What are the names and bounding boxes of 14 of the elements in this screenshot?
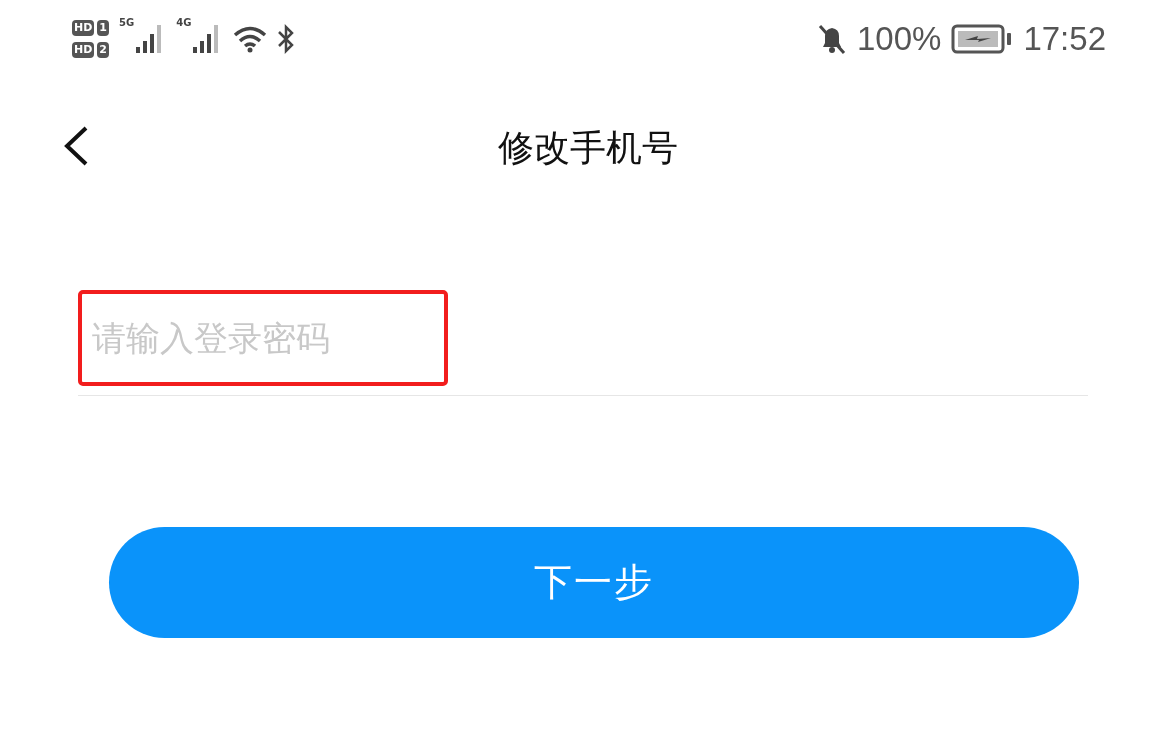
charging-battery-icon xyxy=(951,24,1014,54)
clock-time: 17:52 xyxy=(1023,20,1106,58)
sim-slot-badge: 2 xyxy=(97,42,109,58)
sim-slot-badge: 1 xyxy=(97,20,109,36)
network-type-label: 4G xyxy=(176,17,192,28)
next-step-button[interactable]: 下一步 xyxy=(109,527,1079,638)
bluetooth-icon xyxy=(277,23,296,55)
muted-bell-icon xyxy=(817,23,847,55)
page-title: 修改手机号 xyxy=(498,125,678,170)
hd-badge: HD xyxy=(72,42,95,58)
hd-badge: HD xyxy=(72,20,95,36)
network-type-label: 5G xyxy=(119,17,135,28)
battery-percentage: 100% xyxy=(857,20,942,58)
wifi-icon xyxy=(233,25,268,53)
